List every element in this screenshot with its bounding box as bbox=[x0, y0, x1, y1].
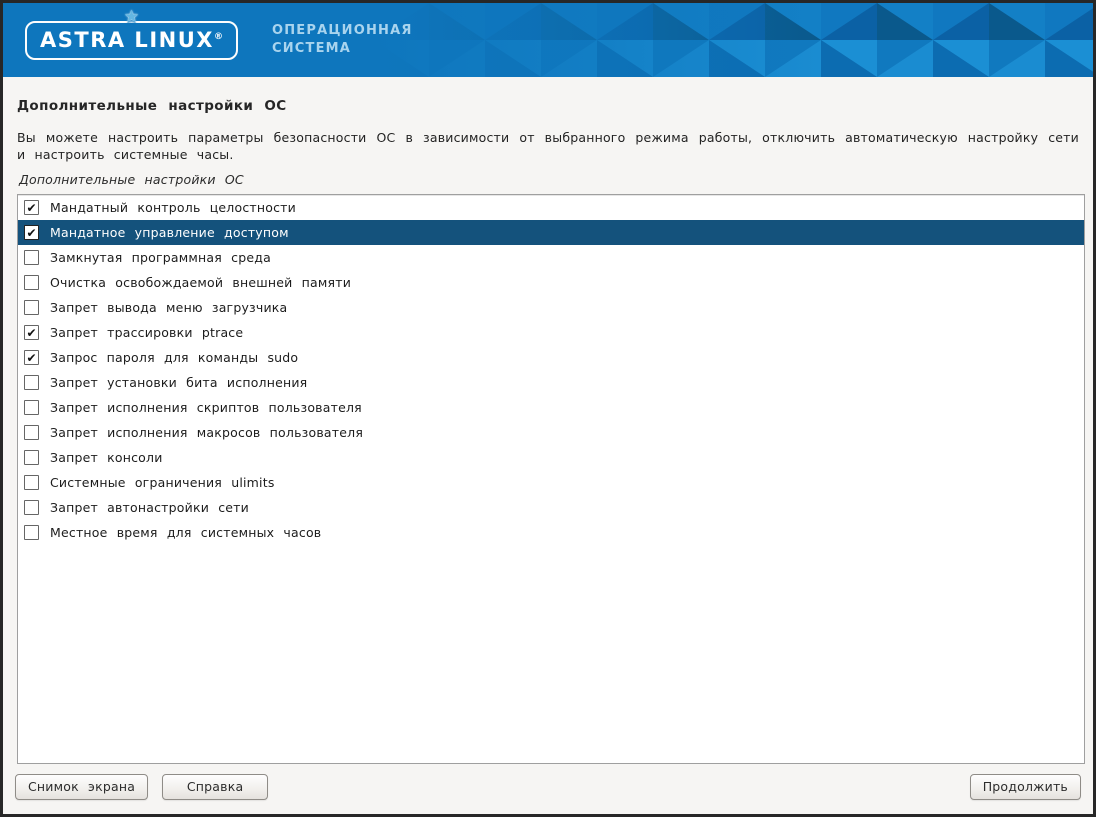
astra-linux-logo: ★ ASTRA LINUX® bbox=[25, 21, 238, 60]
help-button[interactable]: Справка bbox=[162, 774, 268, 800]
option-label: Запрет исполнения скриптов пользователя bbox=[50, 400, 362, 415]
checkbox-unchecked-icon[interactable] bbox=[24, 425, 39, 440]
checkbox-unchecked-icon[interactable] bbox=[24, 475, 39, 490]
checkbox-unchecked-icon[interactable] bbox=[24, 400, 39, 415]
option-row[interactable]: ✔ Запрет трассировки ptrace bbox=[18, 320, 1084, 345]
option-label: Системные ограничения ulimits bbox=[50, 475, 275, 490]
option-label: Запрет установки бита исполнения bbox=[50, 375, 307, 390]
continue-button[interactable]: Продолжить bbox=[970, 774, 1081, 800]
option-row[interactable]: Местное время для системных часов bbox=[18, 520, 1084, 545]
page-title: Дополнительные настройки ОС bbox=[17, 98, 1079, 114]
installer-window: ★ ASTRA LINUX® ОПЕРАЦИОННАЯ СИСТЕМА Допо… bbox=[0, 0, 1096, 817]
subtitle-line-2: СИСТЕМА bbox=[272, 40, 413, 58]
option-row[interactable]: Запрет исполнения макросов пользователя bbox=[18, 420, 1084, 445]
header-banner: ★ ASTRA LINUX® ОПЕРАЦИОННАЯ СИСТЕМА bbox=[3, 3, 1093, 77]
checkbox-checked-icon[interactable]: ✔ bbox=[24, 325, 39, 340]
checkbox-unchecked-icon[interactable] bbox=[24, 500, 39, 515]
option-label: Запрет трассировки ptrace bbox=[50, 325, 243, 340]
star-icon: ★ bbox=[124, 9, 139, 26]
option-label: Мандатный контроль целостности bbox=[50, 200, 296, 215]
subtitle-line-1: ОПЕРАЦИОННАЯ bbox=[272, 22, 413, 40]
screenshot-button[interactable]: Снимок экрана bbox=[15, 774, 148, 800]
registered-mark: ® bbox=[214, 32, 223, 42]
option-label: Запрет автонастройки сети bbox=[50, 500, 249, 515]
option-row[interactable]: Замкнутая программная среда bbox=[18, 245, 1084, 270]
footer-bar: Снимок экрана Справка Продолжить bbox=[3, 764, 1093, 814]
option-row[interactable]: ✔ Запрос пароля для команды sudo bbox=[18, 345, 1084, 370]
checkbox-checked-icon[interactable]: ✔ bbox=[24, 200, 39, 215]
checkbox-unchecked-icon[interactable] bbox=[24, 250, 39, 265]
option-label: Местное время для системных часов bbox=[50, 525, 321, 540]
checkbox-unchecked-icon[interactable] bbox=[24, 300, 39, 315]
option-row[interactable]: Запрет исполнения скриптов пользователя bbox=[18, 395, 1084, 420]
os-subtitle: ОПЕРАЦИОННАЯ СИСТЕМА bbox=[272, 22, 413, 58]
option-row[interactable]: Запрет установки бита исполнения bbox=[18, 370, 1084, 395]
option-row[interactable]: Запрет консоли bbox=[18, 445, 1084, 470]
checkbox-checked-icon[interactable]: ✔ bbox=[24, 350, 39, 365]
checkbox-unchecked-icon[interactable] bbox=[24, 525, 39, 540]
checkbox-checked-icon[interactable]: ✔ bbox=[24, 225, 39, 240]
checkbox-unchecked-icon[interactable] bbox=[24, 275, 39, 290]
list-caption: Дополнительные настройки ОС bbox=[17, 172, 1079, 187]
page-description: Вы можете настроить параметры безопаснос… bbox=[17, 129, 1079, 163]
options-list[interactable]: ✔ Мандатный контроль целостности ✔ Мандатно… bbox=[17, 194, 1085, 764]
option-row[interactable]: Запрет автонастройки сети bbox=[18, 495, 1084, 520]
option-row[interactable]: Запрет вывода меню загрузчика bbox=[18, 295, 1084, 320]
option-label: Запрет вывода меню загрузчика bbox=[50, 300, 287, 315]
pattern-fade bbox=[373, 3, 1093, 77]
option-label: Очистка освобождаемой внешней памяти bbox=[50, 275, 351, 290]
option-label: Замкнутая программная среда bbox=[50, 250, 271, 265]
checkbox-unchecked-icon[interactable] bbox=[24, 375, 39, 390]
option-row[interactable]: Системные ограничения ulimits bbox=[18, 470, 1084, 495]
logo-text: ASTRA LINUX bbox=[40, 28, 214, 52]
option-row[interactable]: ✔ Мандатный контроль целостности bbox=[18, 195, 1084, 220]
option-row[interactable]: Очистка освобождаемой внешней памяти bbox=[18, 270, 1084, 295]
option-label: Запрет исполнения макросов пользователя bbox=[50, 425, 363, 440]
option-label: Мандатное управление доступом bbox=[50, 225, 289, 240]
option-label: Запрос пароля для команды sudo bbox=[50, 350, 298, 365]
checkbox-unchecked-icon[interactable] bbox=[24, 450, 39, 465]
option-row[interactable]: ✔ Мандатное управление доступом bbox=[18, 220, 1084, 245]
main-content: Дополнительные настройки ОС Вы можете на… bbox=[3, 77, 1093, 764]
option-label: Запрет консоли bbox=[50, 450, 163, 465]
